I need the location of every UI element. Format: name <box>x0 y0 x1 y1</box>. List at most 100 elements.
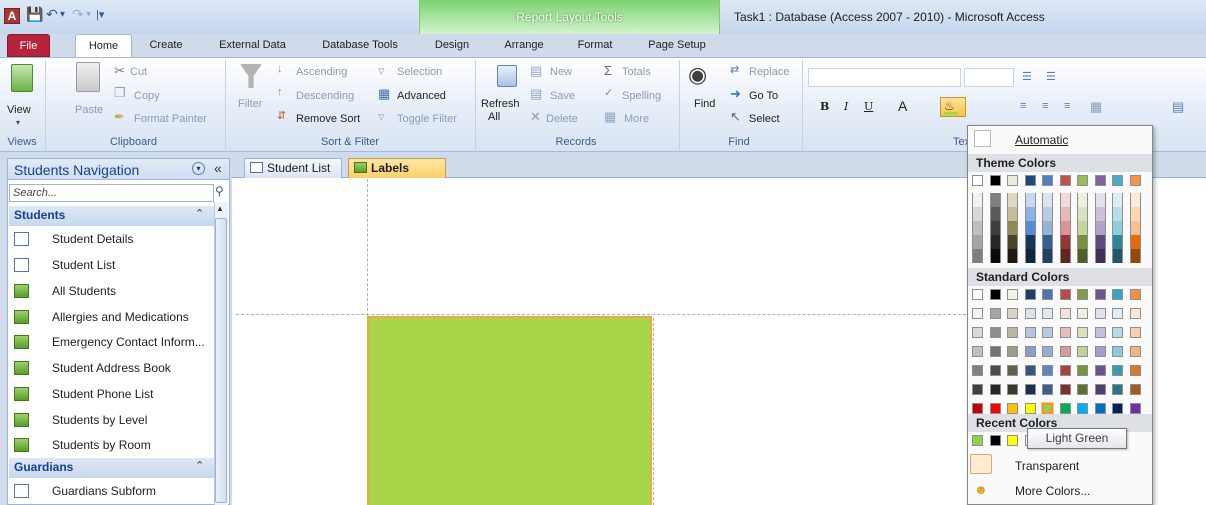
goto-button[interactable]: Go To <box>749 90 778 102</box>
tab-external-data[interactable]: External Data <box>210 34 295 57</box>
standard-color-swatch[interactable] <box>972 289 983 300</box>
standard-color-swatch[interactable] <box>972 384 983 395</box>
automatic-swatch[interactable] <box>974 130 991 147</box>
theme-color-shade-swatch[interactable] <box>1112 193 1123 207</box>
more-colors-option[interactable]: More Colors... <box>1015 484 1090 498</box>
more-button[interactable]: More <box>624 113 649 125</box>
theme-color-swatch[interactable] <box>972 175 983 186</box>
find-button[interactable]: Find <box>694 98 715 110</box>
theme-color-shade-swatch[interactable] <box>989 249 1001 263</box>
theme-color-swatch[interactable] <box>1129 175 1141 186</box>
nav-item-student-list[interactable]: Student List <box>12 254 212 276</box>
standard-color-swatch[interactable] <box>1007 384 1018 395</box>
theme-color-shade-swatch[interactable] <box>1077 193 1088 207</box>
replace-icon[interactable]: ⇄ <box>730 63 739 76</box>
underline-button[interactable]: U <box>864 100 873 113</box>
italic-button[interactable]: I <box>844 100 848 113</box>
theme-color-shade-swatch[interactable] <box>972 207 983 221</box>
tab-database-tools[interactable]: Database Tools <box>311 34 409 57</box>
standard-color-swatch[interactable] <box>1042 384 1053 395</box>
goto-icon[interactable]: ➜ <box>730 86 741 102</box>
bullets-icon[interactable]: ☰ <box>1022 70 1032 83</box>
align-center-icon[interactable]: ≡ <box>1042 100 1048 112</box>
standard-color-swatch[interactable] <box>1042 308 1053 319</box>
nav-item-students-by-room[interactable]: Students by Room <box>12 434 212 456</box>
theme-color-shade-swatch[interactable] <box>1077 207 1088 221</box>
transparent-swatch[interactable] <box>970 454 992 474</box>
standard-color-swatch[interactable] <box>1007 365 1018 376</box>
collapse-group-icon[interactable]: ⌃ <box>195 207 204 220</box>
theme-color-shade-swatch[interactable] <box>1059 221 1071 235</box>
align-left-icon[interactable]: ≡ <box>1020 100 1026 112</box>
theme-color-shade-swatch[interactable] <box>1059 235 1071 249</box>
standard-color-swatch[interactable] <box>1059 346 1071 357</box>
save-record-button[interactable]: Save <box>550 90 575 102</box>
theme-color-shade-swatch[interactable] <box>1024 249 1036 263</box>
theme-color-shade-swatch[interactable] <box>1129 221 1141 235</box>
paste-button[interactable]: Paste <box>75 104 103 116</box>
bold-button[interactable]: B <box>820 100 829 113</box>
selection-button[interactable]: Selection <box>397 66 442 78</box>
save-icon[interactable]: 💾 <box>26 6 43 23</box>
theme-color-shade-swatch[interactable] <box>1094 221 1106 235</box>
nav-item-all-students[interactable]: All Students <box>12 280 212 302</box>
tab-create[interactable]: Create <box>141 34 191 57</box>
theme-color-shade-swatch[interactable] <box>1112 235 1123 249</box>
standard-color-swatch[interactable] <box>1024 308 1036 319</box>
standard-color-swatch[interactable] <box>1077 365 1088 376</box>
standard-color-swatch[interactable] <box>1094 384 1106 395</box>
theme-color-swatch[interactable] <box>989 175 1001 186</box>
standard-color-swatch[interactable] <box>1042 346 1053 357</box>
standard-color-swatch[interactable] <box>1024 403 1036 414</box>
standard-color-swatch[interactable] <box>972 308 983 319</box>
new-record-icon[interactable]: ▤ <box>530 63 542 79</box>
undo-icon[interactable]: ↶ <box>46 6 58 23</box>
standard-color-swatch[interactable] <box>1077 327 1088 338</box>
standard-color-swatch[interactable] <box>972 365 983 376</box>
standard-color-swatch[interactable] <box>1112 289 1123 300</box>
standard-color-swatch[interactable] <box>1129 346 1141 357</box>
standard-color-swatch[interactable] <box>1059 289 1071 300</box>
nav-group-guardians[interactable]: Guardians <box>9 458 214 478</box>
theme-color-swatch[interactable] <box>1007 175 1018 186</box>
standard-color-swatch[interactable] <box>1129 327 1141 338</box>
theme-color-shade-swatch[interactable] <box>972 193 983 207</box>
theme-color-shade-swatch[interactable] <box>1112 249 1123 263</box>
remove-sort-icon[interactable]: ⇵ <box>277 109 286 122</box>
light-green-swatch-selected[interactable] <box>1041 402 1054 415</box>
totals-button[interactable]: Totals <box>622 66 651 78</box>
transparent-option[interactable]: Transparent <box>1015 459 1079 473</box>
standard-color-swatch[interactable] <box>1077 346 1088 357</box>
theme-color-shade-swatch[interactable] <box>1024 207 1036 221</box>
standard-color-swatch[interactable] <box>1007 308 1018 319</box>
paste-icon[interactable] <box>76 62 100 92</box>
select-icon[interactable]: ↖ <box>730 109 741 125</box>
standard-color-swatch[interactable] <box>989 308 1001 319</box>
format-painter-button[interactable]: Format Painter <box>134 113 207 125</box>
standard-color-swatch[interactable] <box>1112 327 1123 338</box>
theme-color-swatch[interactable] <box>1112 175 1123 186</box>
totals-icon[interactable]: Σ <box>604 63 612 78</box>
theme-color-shade-swatch[interactable] <box>1059 249 1071 263</box>
nav-item-emergency-contact[interactable]: Emergency Contact Inform... <box>12 331 212 353</box>
theme-color-shade-swatch[interactable] <box>1129 193 1141 207</box>
theme-color-shade-swatch[interactable] <box>1007 221 1018 235</box>
standard-color-swatch[interactable] <box>1129 308 1141 319</box>
standard-color-swatch[interactable] <box>1112 384 1123 395</box>
standard-color-swatch[interactable] <box>1059 403 1071 414</box>
filter-button[interactable]: Filter <box>238 98 262 110</box>
remove-sort-button[interactable]: Remove Sort <box>296 113 360 125</box>
nav-item-guardians-subform[interactable]: Guardians Subform <box>12 480 212 502</box>
theme-color-shade-swatch[interactable] <box>989 235 1001 249</box>
nav-menu-chevron-icon[interactable]: ▾ <box>192 162 205 175</box>
standard-color-swatch[interactable] <box>1042 289 1053 300</box>
delete-icon[interactable]: ✕ <box>530 109 541 125</box>
refresh-all-button[interactable]: Refresh <box>481 98 520 110</box>
standard-color-swatch[interactable] <box>1077 289 1088 300</box>
standard-color-swatch[interactable] <box>1007 327 1018 338</box>
theme-color-shade-swatch[interactable] <box>1007 249 1018 263</box>
theme-color-shade-swatch[interactable] <box>1024 193 1036 207</box>
theme-color-shade-swatch[interactable] <box>1094 207 1106 221</box>
theme-color-swatch[interactable] <box>1059 175 1071 186</box>
standard-color-swatch[interactable] <box>972 403 983 414</box>
